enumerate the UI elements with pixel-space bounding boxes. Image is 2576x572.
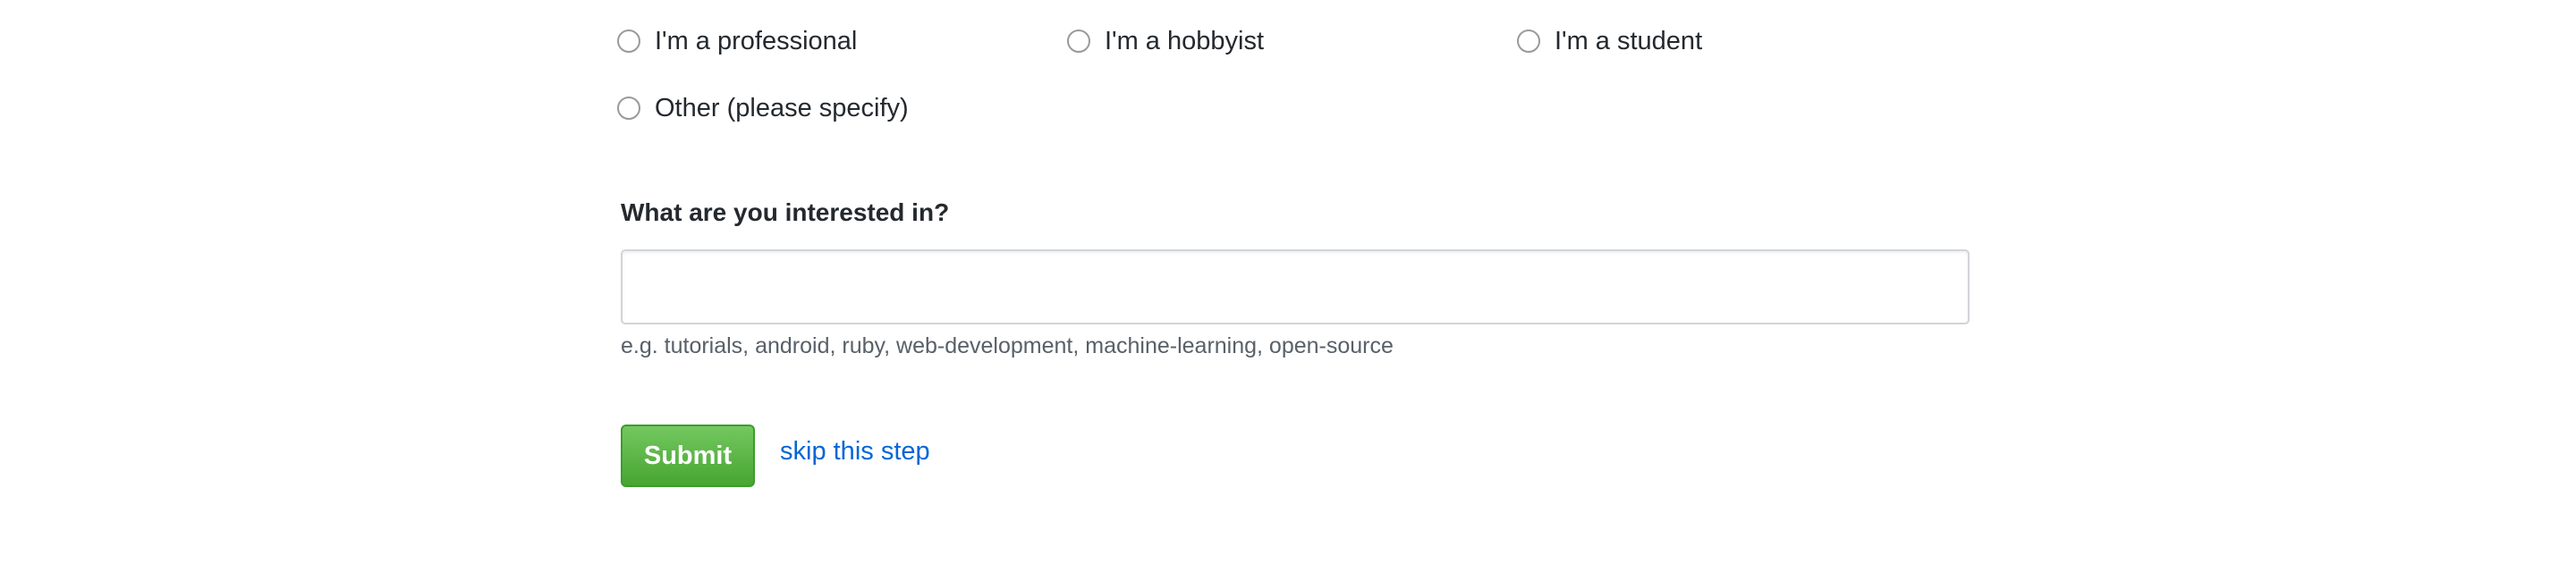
radio-label-hobbyist: I'm a hobbyist [1105,26,1265,55]
radio-option-hobbyist[interactable]: I'm a hobbyist [1067,23,1264,59]
radio-option-student[interactable]: I'm a student [1517,23,1702,59]
interests-question: What are you interested in? [621,198,950,226]
radio-button[interactable] [1517,29,1540,53]
radio-option-professional[interactable]: I'm a professional [617,23,857,59]
skip-step-link[interactable]: skip this step [780,437,930,467]
radio-button[interactable] [617,97,640,120]
radio-label-professional: I'm a professional [655,26,858,55]
radio-button[interactable] [1067,29,1090,53]
submit-button[interactable]: Submit [621,425,755,487]
interests-input[interactable] [621,249,1970,324]
radio-button[interactable] [617,29,640,53]
radio-label-student: I'm a student [1555,26,1703,55]
radio-option-other[interactable]: Other (please specify) [617,90,909,126]
radio-label-other: Other (please specify) [655,93,909,122]
survey-page: I'm a professional I'm a hobbyist I'm a … [0,0,2576,572]
interests-hint: e.g. tutorials, android, ruby, web-devel… [621,333,1394,358]
